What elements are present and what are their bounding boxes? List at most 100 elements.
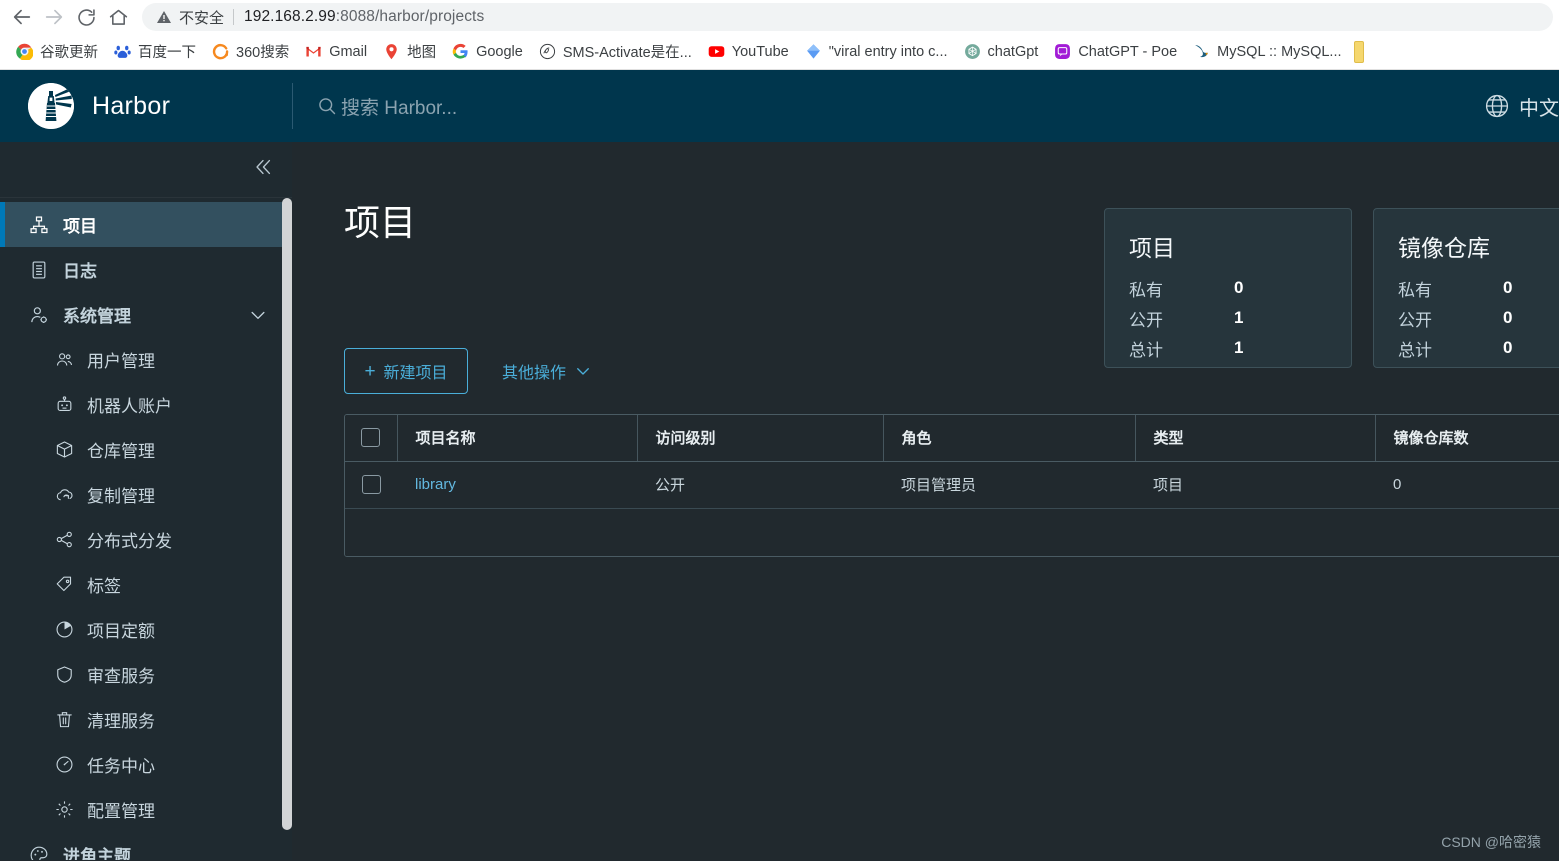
harbor-header: Harbor 搜索 Harbor... 中文 — [0, 70, 1559, 142]
sidebar-scrollbar[interactable] — [281, 198, 292, 860]
sidebar-item-project-quotas[interactable]: 项目定额 — [0, 607, 292, 652]
forward-button[interactable] — [38, 2, 70, 32]
stat-key: 公开 — [1398, 310, 1432, 330]
bookmark-label: 360搜索 — [236, 45, 290, 61]
projects-table: 项目名称 访问级别 角色 类型 镜像仓库数 library 公开 项目管理员 项… — [344, 414, 1559, 557]
url-host: 192.168.2.99 — [244, 8, 336, 25]
bookmark-overflow-item[interactable] — [1353, 40, 1364, 63]
cell-access-level: 公开 — [637, 461, 883, 509]
sidebar-scrollbar-thumb[interactable] — [282, 198, 292, 830]
chevron-down-icon[interactable] — [248, 305, 268, 325]
harbor-search[interactable]: 搜索 Harbor... — [293, 70, 1484, 142]
reload-button[interactable] — [70, 2, 102, 32]
back-button[interactable] — [6, 2, 38, 32]
bookmark-sms-activate[interactable]: SMS-Activate是在... — [531, 38, 700, 66]
new-project-label: 新建项目 — [383, 365, 448, 382]
stat-row: 总计 0 — [1398, 333, 1559, 363]
sidebar-item-label: 项目 — [63, 217, 97, 236]
stat-card-projects: 项目 私有 0 公开 1 总计 1 — [1104, 208, 1352, 368]
bookmark-maps[interactable]: 地图 — [375, 38, 444, 66]
bookmark-google[interactable]: Google — [444, 38, 531, 66]
harbor-lighthouse-logo — [28, 83, 74, 129]
language-switcher[interactable]: 中文 — [1484, 70, 1559, 142]
bookmark-label: 谷歌更新 — [40, 45, 98, 61]
column-header-repo-count[interactable]: 镜像仓库数 — [1374, 415, 1559, 462]
bookmark-label: Google — [476, 43, 523, 60]
column-header-access-level[interactable]: 访问级别 — [636, 415, 883, 462]
stat-card-title: 项目 — [1129, 235, 1175, 261]
bookmark-youtube[interactable]: YouTube — [700, 38, 797, 66]
table-footer — [345, 508, 1559, 556]
bookmark-gmail[interactable]: Gmail — [297, 38, 375, 66]
sidebar-item-job-service-dashboard[interactable]: 任务中心 — [0, 742, 292, 787]
stat-card-title: 镜像仓库 — [1398, 235, 1490, 261]
sidebar-item-label: 机器人账户 — [87, 397, 172, 416]
sidebar-collapse-button[interactable] — [0, 142, 292, 198]
sidebar-item-label: 仓库管理 — [87, 442, 155, 461]
list-icon — [28, 259, 50, 281]
sidebar-item-theme[interactable]: 进角主题 — [0, 832, 292, 860]
column-header-project-name[interactable]: 项目名称 — [396, 415, 637, 462]
home-button[interactable] — [102, 2, 134, 32]
bookmark-360[interactable]: 360搜索 — [204, 38, 297, 66]
sidebar-item-registries[interactable]: 仓库管理 — [0, 427, 292, 472]
stat-key: 总计 — [1129, 340, 1163, 360]
chrome-icon — [16, 43, 33, 60]
bookmark-viral-entry[interactable]: "viral entry into c... — [797, 38, 956, 66]
select-all-header — [345, 415, 397, 462]
stat-value: 0 — [1234, 278, 1244, 297]
stat-key: 公开 — [1129, 310, 1163, 330]
sidebar-item-garbage-collection[interactable]: 清理服务 — [0, 697, 292, 742]
new-project-button[interactable]: + 新建项目 — [344, 348, 468, 394]
sidebar-item-user-management[interactable]: 用户管理 — [0, 337, 292, 382]
stat-row: 公开 1 — [1129, 303, 1327, 333]
user-gear-icon — [28, 304, 50, 326]
bookmark-label: 地图 — [407, 45, 437, 61]
select-all-checkbox[interactable] — [361, 428, 381, 448]
bookmark-chrome[interactable]: 谷歌更新 — [8, 38, 106, 66]
sidebar-item-interrogation-services[interactable]: 审查服务 — [0, 652, 292, 697]
sidebar-item-configuration[interactable]: 配置管理 — [0, 787, 292, 832]
column-header-role[interactable]: 角色 — [882, 415, 1135, 462]
stat-key: 总计 — [1398, 340, 1432, 360]
sidebar-item-label: 任务中心 — [87, 757, 155, 776]
bookmark-label: Gmail — [329, 43, 368, 60]
bookmark-baidu[interactable]: 百度一下 — [106, 38, 204, 66]
harbor-brand[interactable]: Harbor — [0, 70, 292, 142]
row-checkbox[interactable] — [361, 475, 381, 494]
sidebar-item-label: 系统管理 — [63, 307, 131, 326]
google-g-icon — [452, 43, 469, 60]
sidebar-item-distributions[interactable]: 分布式分发 — [0, 517, 292, 562]
projects-toolbar: + 新建项目 其他操作 — [344, 348, 592, 394]
mysql-dolphin-icon — [1193, 43, 1210, 60]
warning-triangle-icon — [156, 9, 172, 25]
url-text: 192.168.2.99:8088/harbor/projects — [244, 8, 484, 26]
harbor-app: Harbor 搜索 Harbor... 中文 项目 日志 系统管理 用户管理 机… — [0, 70, 1559, 860]
sidebar-item-labels[interactable]: 标签 — [0, 562, 292, 607]
column-header-type[interactable]: 类型 — [1134, 415, 1375, 462]
bookmark-poe[interactable]: ChatGPT - Poe — [1046, 38, 1185, 66]
sidebar-item-logs[interactable]: 日志 — [0, 247, 292, 292]
sidebar-item-label: 用户管理 — [87, 352, 155, 371]
project-link-library[interactable]: library — [415, 476, 456, 493]
sidebar-item-projects[interactable]: 项目 — [0, 202, 292, 247]
other-actions-dropdown[interactable]: 其他操作 — [502, 359, 592, 383]
bookmark-chatgpt[interactable]: chatGpt — [956, 38, 1047, 66]
stat-row: 私有 0 — [1129, 273, 1327, 303]
table-row[interactable]: library 公开 项目管理员 项目 0 — [345, 461, 1559, 509]
table-header-row: 项目名称 访问级别 角色 类型 镜像仓库数 — [345, 415, 1559, 462]
bookmark-label: YouTube — [731, 43, 789, 60]
sidebar-item-robot-accounts[interactable]: 机器人账户 — [0, 382, 292, 427]
plus-icon: + — [364, 360, 376, 382]
users-icon — [54, 349, 75, 370]
diamond-icon — [805, 43, 822, 60]
sidebar-item-administration[interactable]: 系统管理 — [0, 292, 292, 337]
sidebar: 项目 日志 系统管理 用户管理 机器人账户 仓库管理 复制管理 分布式分发 标签… — [0, 142, 292, 860]
stat-value: 1 — [1234, 338, 1244, 357]
sidebar-item-replications[interactable]: 复制管理 — [0, 472, 292, 517]
statistics-cards: 项目 私有 0 公开 1 总计 1 镜像仓库 私有 0 公开 0 总计 0 — [1104, 208, 1559, 368]
address-bar[interactable]: 不安全 192.168.2.99:8088/harbor/projects — [142, 3, 1553, 31]
sitemap-icon — [28, 214, 50, 236]
bookmark-mysql[interactable]: MySQL :: MySQL... — [1185, 38, 1349, 66]
maps-pin-icon — [383, 43, 400, 60]
